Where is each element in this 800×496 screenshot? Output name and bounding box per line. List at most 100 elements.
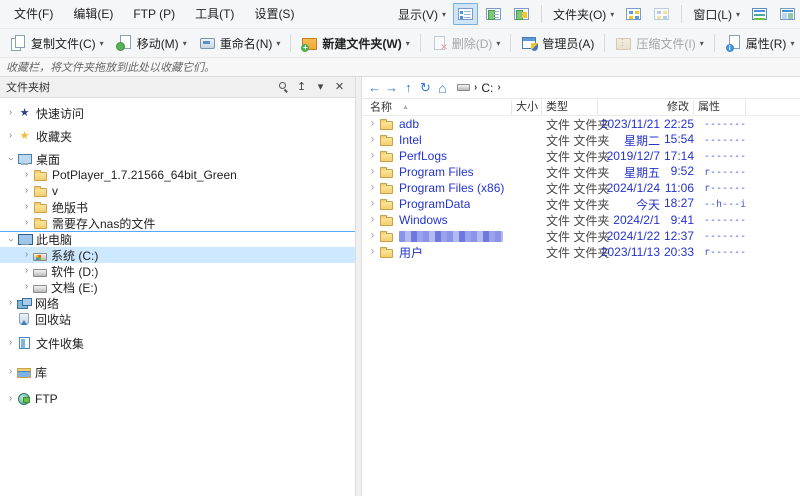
expander-closed-icon[interactable]: › [366,197,379,211]
sidebar-item-this-pc[interactable]: ›此电脑 [0,231,355,247]
expander-closed-icon[interactable]: › [366,181,379,195]
file-row[interactable]: ›Program Files (x86)文件 文件夹2024/1/2411:06… [366,180,800,196]
menu-settings[interactable]: 设置(S) [244,0,304,28]
folders-view-button-2[interactable] [649,3,674,25]
close-icon[interactable]: ✕ [330,77,349,97]
expander-closed-icon[interactable]: › [4,365,17,379]
move-button[interactable]: 移动(M)▾ [110,33,193,54]
file-row[interactable]: ›PerfLogs文件 文件夹2019/12/717:14------- [366,148,800,164]
display-view-button-1[interactable] [453,3,478,25]
folders-quad-icon [654,8,669,20]
expander-closed-icon[interactable]: › [20,264,33,278]
admin-button-label: 管理员(A) [542,35,594,52]
sidebar-item-drive-d[interactable]: ›软件 (D:) [0,263,355,279]
column-header-modified[interactable]: 修改 [598,100,694,115]
separator [510,34,511,52]
expander-open-icon[interactable]: › [4,153,18,166]
file-row[interactable]: ›adb文件 文件夹2023/11/2122:25------- [366,116,800,132]
column-header-attrs[interactable]: 属性 [694,100,746,115]
recycle-icon [19,313,29,325]
menu-file[interactable]: 文件(F) [4,0,63,28]
expander-closed-icon[interactable]: › [366,229,379,243]
file-row[interactable]: ›Program Files文件 文件夹星期五9:52r------ [366,164,800,180]
new-folder-button[interactable]: 新建文件夹(W)▾ [295,33,415,54]
sidebar-item-drive-c[interactable]: ›系统 (C:) [0,247,355,263]
move-button-label: 移动(M) [137,35,179,52]
expander-closed-icon[interactable]: › [20,216,33,230]
rename-button[interactable]: 重命名(N)▾ [193,33,287,54]
expander-closed-icon[interactable]: › [4,129,17,143]
sidebar-item-juebanshu[interactable]: ›绝版书 [0,199,355,215]
delete-button[interactable]: 删除(D)▾ [425,33,507,54]
expander-closed-icon[interactable]: › [4,296,17,310]
zip-button[interactable]: 压缩文件(I)▾ [609,33,709,54]
sidebar-item-drive-e[interactable]: ›文档 (E:) [0,279,355,295]
search-icon[interactable] [273,77,292,97]
menu-display[interactable]: 显示(V)▾ [394,6,450,23]
sidebar-item-quick-access[interactable]: ›★快速访问 [0,105,355,121]
expander-closed-icon[interactable]: › [20,248,33,262]
expander-closed-icon[interactable]: › [366,213,379,227]
expander-open-icon[interactable]: › [4,233,18,246]
sidebar-item-recycle-bin[interactable]: 回收站 [0,311,355,327]
sidebar-item-library[interactable]: ›库 [0,364,355,380]
properties-button[interactable]: 属性(R)▾ [719,33,800,54]
favorites-bar[interactable]: 收藏栏，将文件夹拖放到此处以收藏它们。 [0,58,800,77]
sidebar-item-ftp[interactable]: ›FTP [0,391,355,407]
expander-closed-icon[interactable]: › [20,184,33,198]
sidebar-item-potplayer[interactable]: ›PotPlayer_1.7.21566_64bit_Green [0,167,355,183]
admin-button[interactable]: 管理员(A) [515,33,600,54]
file-name-label: 用户 [394,244,423,261]
expander-closed-icon[interactable]: › [4,106,17,120]
menu-edit[interactable]: 编辑(E) [63,0,123,28]
menu-ftp[interactable]: FTP (P) [123,0,185,28]
file-row[interactable]: ›文件 文件夹2024/1/2212:37------- [366,228,800,244]
sidebar-item-v[interactable]: ›v [0,183,355,199]
expander-closed-icon[interactable]: › [366,133,379,147]
display-view-button-2[interactable] [481,3,506,25]
column-header-name[interactable]: 名称▲ [366,100,512,115]
expander-closed-icon[interactable]: › [20,168,33,182]
expander-closed-icon[interactable]: › [366,245,379,259]
folder-icon [34,172,47,181]
sidebar-item-desktop[interactable]: ›桌面 [0,151,355,167]
menu-window[interactable]: 窗口(L)▾ [689,6,744,23]
expander-closed-icon[interactable]: › [4,336,17,350]
column-header-type[interactable]: 类型 [542,100,598,115]
copy-button[interactable]: 复制文件(C)▾ [4,33,110,54]
home-icon[interactable]: ⌂ [434,78,451,98]
refresh-icon[interactable]: ↻ [417,78,434,98]
sidebar-item-favorites[interactable]: ›★收藏夹 [0,128,355,144]
file-row[interactable]: ›Windows文件 文件夹2024/2/19:41------- [366,212,800,228]
expander-closed-icon[interactable]: › [20,200,33,214]
forward-icon[interactable]: → [383,78,400,98]
expander-closed-icon[interactable]: › [4,392,17,406]
pin-icon[interactable]: ↥ [292,77,311,97]
expander-closed-icon[interactable]: › [366,149,379,163]
file-row[interactable]: ›Intel文件 文件夹星期二15:54------- [366,132,800,148]
menu-tools[interactable]: 工具(T) [185,0,244,28]
modified-date: 星期五 [598,164,660,181]
expander-closed-icon[interactable]: › [366,117,379,131]
newfolder-icon [301,35,318,51]
sidebar-item-network[interactable]: ›网络 [0,295,355,311]
sidebar-item-nas-files[interactable]: ›需要存入nas的文件 [0,215,355,231]
sidebar-item-file-collection[interactable]: ›文件收集 [0,335,355,351]
expander-closed-icon[interactable]: › [366,165,379,179]
window-view-button-1[interactable] [747,3,772,25]
up-icon[interactable]: ↑ [400,78,417,98]
file-row[interactable]: ›用户文件 文件夹2023/11/1320:33r------ [366,244,800,260]
folders-view-button-1[interactable] [621,3,646,25]
modified-date: 2024/1/24 [598,181,660,195]
expander-closed-icon[interactable]: › [20,280,33,294]
breadcrumb-drive-label[interactable]: C: [481,81,493,95]
file-name-cell: ›PerfLogs [366,149,512,163]
back-icon[interactable]: ← [366,78,383,98]
column-header-size[interactable]: 大小 [512,100,542,115]
display-view-button-3[interactable] [509,3,534,25]
breadcrumb[interactable]: › C: › [457,81,501,95]
menu-folders[interactable]: 文件夹(O)▾ [549,6,618,23]
window-view-button-2[interactable] [775,3,800,25]
file-row[interactable]: ›ProgramData文件 文件夹今天18:27--h---i [366,196,800,212]
chevron-down-icon[interactable]: ▾ [311,77,330,97]
